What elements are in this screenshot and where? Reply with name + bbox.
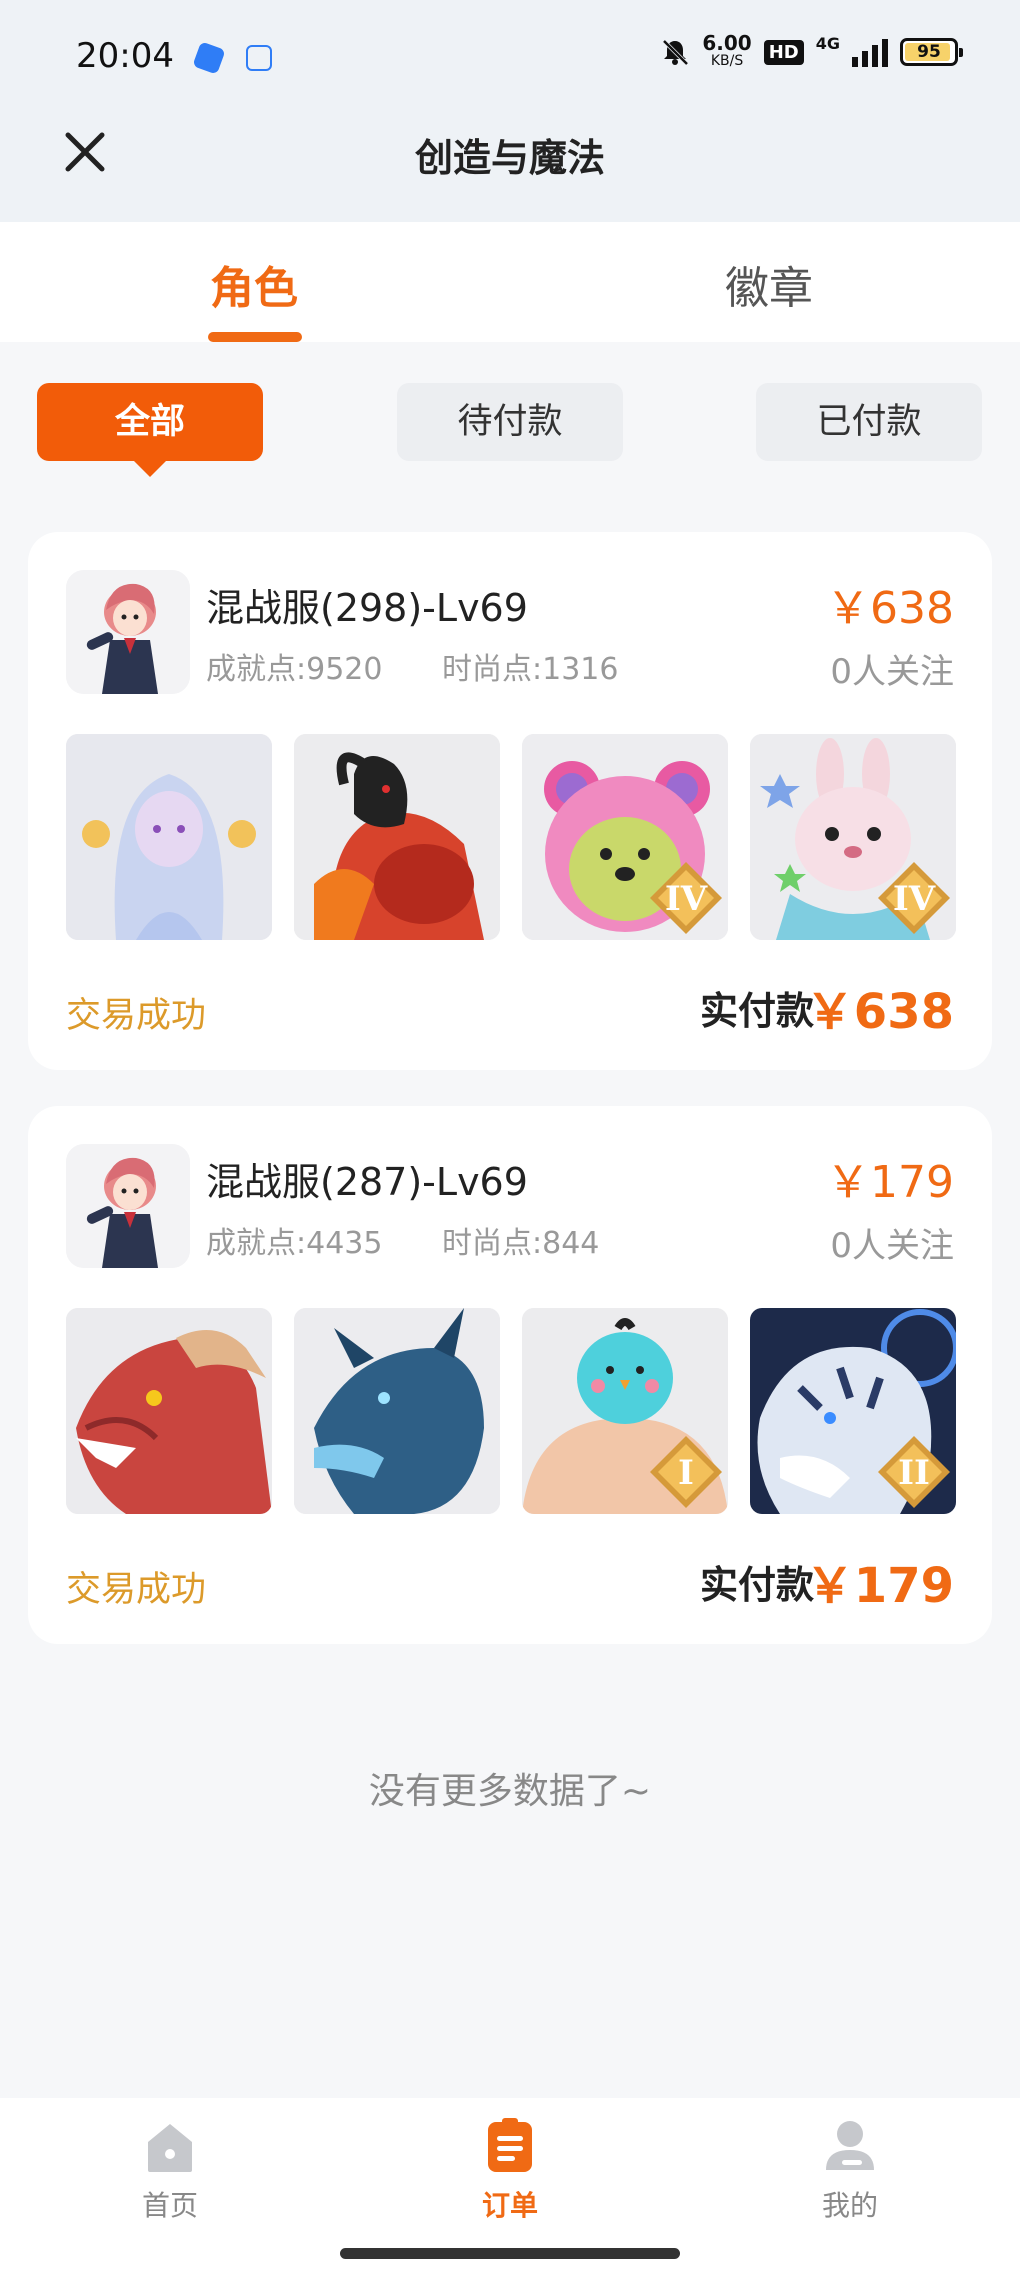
svg-text:IV: IV [893, 879, 936, 919]
active-tab-indicator [208, 332, 302, 342]
paid-amount: ￥179 [805, 1558, 954, 1614]
item-thumbnails: I II [66, 1308, 956, 1514]
server-level-title: 混战服(298)-Lv69 [206, 586, 528, 630]
app-notification-icon [192, 41, 226, 75]
category-tabs: 角色 徽章 [0, 222, 1020, 342]
paid-label: 实付款 [699, 989, 814, 1033]
listing-price: ￥638 [826, 583, 954, 634]
paid-amount: ￥638 [805, 984, 954, 1040]
filter-paid[interactable]: 已付款 [756, 383, 982, 461]
status-bar: 20:04 6.00 KB/S HD 4G 95 [0, 0, 1020, 115]
signal-icon [852, 37, 888, 67]
svg-text:I: I [678, 1453, 694, 1493]
paid-label: 实付款 [699, 1563, 814, 1607]
bottom-nav-orders[interactable]: 订单 [430, 2118, 590, 2224]
bottom-nav-home[interactable]: 首页 [90, 2118, 250, 2224]
pink-bear-image: IV [522, 734, 728, 940]
bottom-nav-mine[interactable]: 我的 [770, 2118, 930, 2224]
home-indicator[interactable] [340, 2248, 680, 2259]
trade-status: 交易成功 [66, 996, 207, 1036]
battery-icon: 95 [900, 38, 963, 66]
battery-level: 95 [917, 42, 941, 62]
order-card[interactable]: 混战服(287)-Lv69 成就点:4435 时尚点:844 ￥179 0人关注 [28, 1106, 992, 1644]
tier-badge: IV [650, 862, 722, 934]
filter-pending-payment[interactable]: 待付款 [397, 383, 623, 461]
fashion-points: 时尚点:844 [442, 1226, 600, 1261]
tab-badge[interactable]: 徽章 [725, 252, 813, 316]
ice-fairy-image [66, 734, 272, 940]
status-icons: 6.00 KB/S HD 4G 95 [660, 31, 963, 70]
tab-role[interactable]: 角色 [210, 252, 298, 316]
profile-icon [826, 2121, 874, 2170]
character-avatar [66, 570, 190, 694]
home-icon [148, 2124, 192, 2172]
hd-badge: HD [763, 39, 804, 65]
muscle-bird-image: I [522, 1308, 728, 1514]
tier-badge: II [878, 1436, 950, 1508]
black-goat-beast-image [294, 734, 500, 940]
order-card[interactable]: 混战服(298)-Lv69 成就点:9520 时尚点:1316 ￥638 0人关… [28, 532, 992, 1070]
network-speed: 6.00 KB/S [702, 31, 752, 69]
blue-dragon-image [294, 1308, 500, 1514]
network-type: 4G [815, 34, 840, 53]
top-nav-bar: 创造与魔法 [0, 115, 1020, 222]
order-filters: 全部 待付款 已付款 [0, 383, 1020, 483]
page-title: 创造与魔法 [414, 136, 605, 180]
character-avatar [66, 1144, 190, 1268]
achievement-points: 成就点:4435 [206, 1226, 383, 1261]
server-level-title: 混战服(287)-Lv69 [206, 1160, 528, 1204]
order-icon [488, 2118, 532, 2172]
follower-count: 0人关注 [830, 1226, 954, 1266]
baidu-notification-icon [246, 45, 272, 71]
listing-price: ￥179 [826, 1157, 954, 1208]
white-tiger-image: II [750, 1308, 956, 1514]
red-dragon-image [66, 1308, 272, 1514]
fashion-points: 时尚点:1316 [442, 652, 619, 687]
status-time: 20:04 [76, 36, 174, 76]
follower-count: 0人关注 [830, 652, 954, 692]
tier-badge: I [650, 1436, 722, 1508]
pink-rabbit-image: IV [750, 734, 956, 940]
trade-status: 交易成功 [66, 1570, 207, 1610]
achievement-points: 成就点:9520 [206, 652, 383, 687]
svg-text:II: II [898, 1453, 930, 1493]
item-thumbnails: IV IV [66, 734, 956, 940]
list-end-message: 没有更多数据了~ [368, 1771, 652, 1812]
tier-badge: IV [878, 862, 950, 934]
bell-muted-icon [662, 39, 689, 66]
filter-all[interactable]: 全部 [37, 383, 263, 477]
svg-text:IV: IV [665, 879, 708, 919]
